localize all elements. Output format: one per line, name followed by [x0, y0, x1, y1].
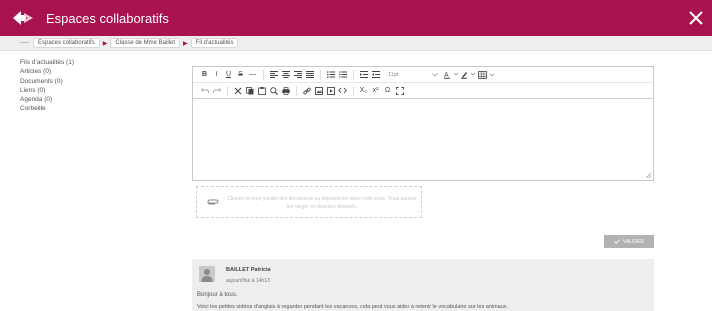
user-avatar-icon — [199, 266, 215, 282]
paperclip-icon — [207, 199, 219, 205]
toolbar-divider — [296, 85, 297, 96]
breadcrumb-item-class[interactable]: Classe de Mme Baillet — [110, 38, 181, 48]
horizontal-rule-button[interactable]: — — [247, 69, 258, 81]
file-drop-instructions: Cliquez ici pour joindre des documents o… — [227, 196, 417, 210]
back-button[interactable] — [0, 0, 46, 36]
copy-icon[interactable] — [244, 85, 255, 97]
cut-icon[interactable] — [232, 85, 243, 97]
submit-button[interactable]: VALIDER — [604, 235, 654, 248]
post-date: aujourd'hui à 14h13 — [226, 278, 270, 284]
image-icon[interactable] — [313, 85, 324, 97]
font-size-value: 11pt — [388, 71, 399, 78]
undo-icon[interactable] — [199, 85, 210, 97]
sidebar-item-links[interactable]: Liens (0) — [20, 86, 170, 95]
paste-icon[interactable] — [256, 85, 267, 97]
page-title: Espaces collaboratifs — [46, 10, 169, 26]
breadcrumb: Espaces collaboratifs ▶ Classe de Mme Ba… — [0, 36, 712, 51]
subscript-button[interactable]: X₂ — [358, 85, 369, 97]
font-size-select[interactable]: 11pt — [388, 72, 438, 78]
table-icon[interactable] — [478, 69, 496, 81]
breadcrumb-item-spaces[interactable]: Espaces collaboratifs — [33, 38, 100, 48]
align-justify-icon[interactable] — [304, 69, 315, 81]
toolbar-divider — [263, 69, 264, 80]
print-icon[interactable] — [280, 85, 291, 97]
text-color-icon[interactable]: A — [444, 69, 460, 81]
sidebar-item-agenda[interactable]: Agenda (0) — [20, 95, 170, 104]
editor-toolbar-formatting: B I U S — 11pt A — [193, 67, 653, 83]
underline-button[interactable]: U — [223, 69, 234, 81]
bullet-list-icon[interactable] — [325, 69, 336, 81]
italic-button[interactable]: I — [211, 69, 222, 81]
outdent-icon[interactable] — [370, 69, 381, 81]
toolbar-divider — [227, 85, 228, 96]
align-left-icon[interactable] — [268, 69, 279, 81]
breadcrumb-dash — [20, 42, 29, 43]
checkmark-icon — [614, 239, 620, 244]
submit-button-label: VALIDER — [622, 238, 645, 245]
collaborative-spaces-icon — [13, 11, 33, 25]
close-icon[interactable] — [687, 9, 705, 27]
fullscreen-icon[interactable] — [394, 85, 405, 97]
bold-button[interactable]: B — [199, 69, 210, 81]
chevron-right-icon: ▶ — [102, 40, 108, 47]
feed-post: BAILLET Patricia aujourd'hui à 14h13 Bon… — [192, 259, 654, 311]
breadcrumb-item-feed[interactable]: Fil d'actualités — [190, 38, 239, 48]
special-character-button[interactable]: Ω — [382, 85, 393, 97]
resize-handle-icon[interactable] — [646, 173, 651, 178]
sidebar-item-news-feed[interactable]: Fils d'actualités (1) — [20, 58, 170, 67]
chevron-right-icon: ▶ — [183, 40, 188, 47]
sidebar-item-trash[interactable]: Corbeille — [20, 104, 170, 113]
post-author[interactable]: BAILLET Patricia — [226, 267, 271, 273]
indent-icon[interactable] — [358, 69, 369, 81]
highlight-color-icon[interactable] — [461, 69, 477, 81]
toolbar-divider — [353, 69, 354, 80]
app-header: Espaces collaboratifs — [0, 0, 712, 36]
rich-text-editor: B I U S — 11pt A X₂ x² Ω — [192, 66, 654, 181]
file-drop-zone[interactable]: Cliquez ici pour joindre des documents o… — [196, 186, 422, 218]
sidebar-item-documents[interactable]: Documents (0) — [20, 77, 170, 86]
link-icon[interactable] — [301, 85, 312, 97]
post-body: Voici les petites vidéos d'anglais à reg… — [197, 304, 509, 310]
sidebar-item-articles[interactable]: Articles (0) — [20, 67, 170, 76]
numbered-list-icon[interactable] — [337, 69, 348, 81]
align-center-icon[interactable] — [280, 69, 291, 81]
strikethrough-button[interactable]: S — [235, 69, 246, 81]
toolbar-divider — [320, 69, 321, 80]
chevron-down-icon — [432, 72, 438, 77]
editor-toolbar-insert: X₂ x² Ω — [193, 83, 653, 99]
align-right-icon[interactable] — [292, 69, 303, 81]
redo-icon[interactable] — [211, 85, 222, 97]
post-greeting: Bonjour à tous. — [197, 292, 238, 298]
sidebar: Fils d'actualités (1) Articles (0) Docum… — [20, 58, 170, 114]
media-icon[interactable] — [325, 85, 336, 97]
search-icon[interactable] — [268, 85, 279, 97]
superscript-button[interactable]: x² — [370, 85, 381, 97]
code-icon[interactable] — [337, 85, 348, 97]
toolbar-divider — [353, 85, 354, 96]
